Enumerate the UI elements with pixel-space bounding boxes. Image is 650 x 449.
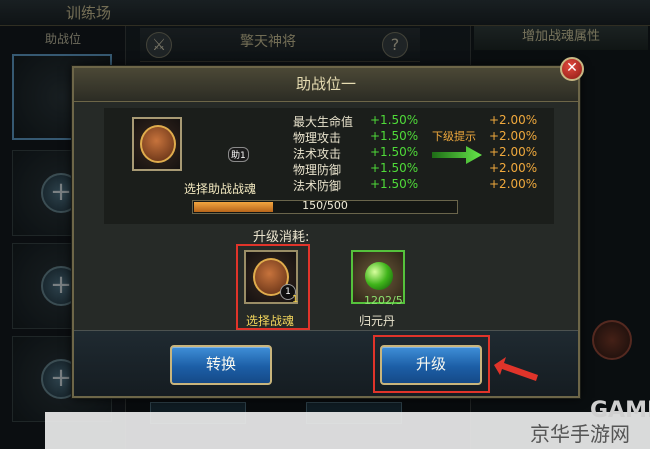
stat-name: 法术攻击: [293, 147, 342, 161]
stat-next: +2.00%: [489, 145, 538, 159]
pet-portrait-icon: [140, 125, 176, 163]
stat-name: 法术防御: [293, 179, 342, 193]
stat-next: +2.00%: [489, 161, 538, 175]
item-name: 归元丹: [359, 314, 396, 328]
stat-next: +2.00%: [489, 113, 538, 127]
convert-button[interactable]: 转换: [170, 345, 272, 385]
stat-current: +1.50%: [370, 113, 419, 127]
stat-name: 物理攻击: [293, 131, 342, 145]
stat-name: 物理防御: [293, 163, 342, 177]
cost-title: 升级消耗:: [253, 230, 310, 245]
watermark: 京华手游网: [530, 422, 630, 446]
pet-badge: 助1: [228, 147, 249, 162]
upgrade-button[interactable]: 升级: [380, 345, 482, 385]
item-count: 1: [292, 294, 299, 305]
stat-current: +1.50%: [370, 177, 419, 191]
stat-current: +1.50%: [370, 145, 419, 159]
close-button[interactable]: ✕: [560, 57, 584, 81]
item-name: 选择战魂: [246, 314, 295, 328]
progress-text: 150/500: [302, 199, 348, 212]
green-orb-icon: [365, 262, 393, 290]
stat-next: +2.00%: [489, 177, 538, 191]
stat-next: +2.00%: [489, 129, 538, 143]
pet-select-label: 选择助战战魂: [184, 182, 257, 196]
dialog-title: 助战位一: [74, 68, 578, 102]
next-level-hint: 下级提示: [432, 130, 476, 143]
pointer-arrow-icon: [494, 357, 538, 381]
stat-name: 最大生命值: [293, 115, 354, 129]
item-count: 1202/5: [364, 294, 403, 307]
support-pet-slot[interactable]: [132, 117, 182, 171]
arrow-right-icon: [432, 146, 482, 164]
stat-current: +1.50%: [370, 129, 419, 143]
stat-current: +1.50%: [370, 161, 419, 175]
